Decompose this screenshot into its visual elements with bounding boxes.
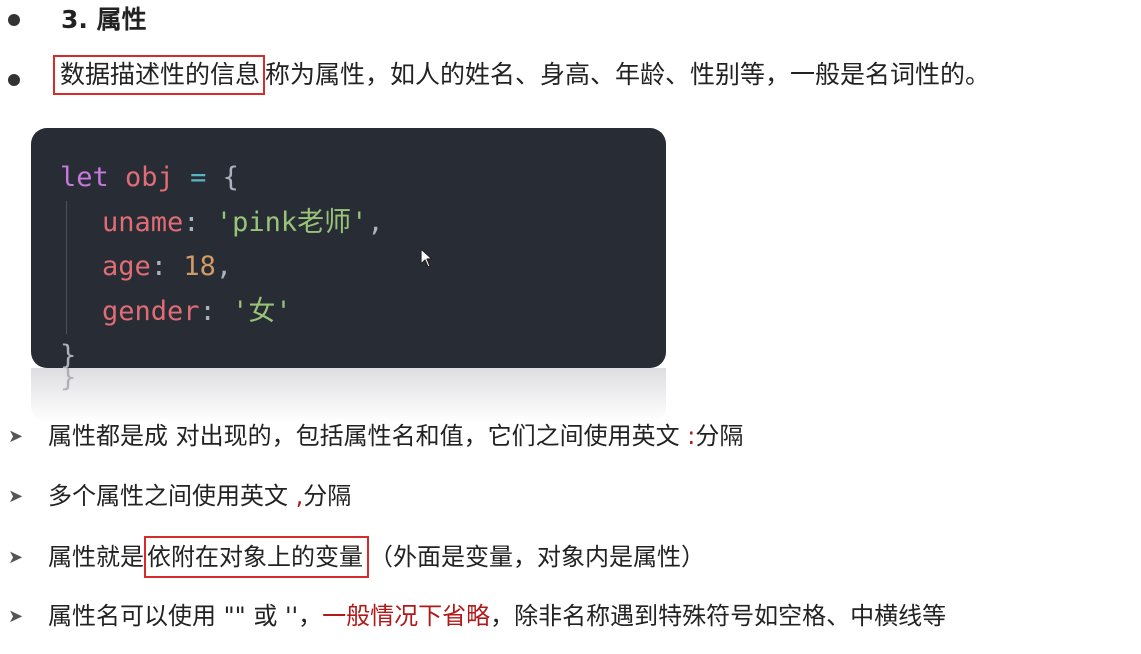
intro-line: 数据描述性的信息 称为属性，如人的姓名、身高、年龄、性别等，一般是名词性的。 bbox=[53, 55, 990, 95]
point-text: 分隔 bbox=[695, 422, 744, 450]
code-keyword: let bbox=[60, 162, 109, 193]
code-line-3: age: 18, bbox=[60, 245, 666, 290]
highlight-box: 数据描述性的信息 bbox=[53, 55, 266, 95]
intro-text: 称为属性，如人的姓名、身高、年龄、性别等，一般是名词性的。 bbox=[265, 60, 991, 89]
indent-guide bbox=[66, 245, 102, 290]
arrowhead-right-icon: ➤ bbox=[8, 606, 24, 627]
bullet-dot-icon bbox=[8, 14, 20, 26]
code-line-1: let obj = { bbox=[60, 156, 666, 201]
point-highlight: 一般情况下省略 bbox=[322, 602, 491, 630]
code-property: gender bbox=[102, 295, 200, 327]
highlight-box: 依附在对象上的变量 bbox=[144, 536, 369, 578]
mouse-pointer-icon bbox=[420, 248, 433, 268]
code-colon: : bbox=[199, 295, 216, 327]
code-property: uname bbox=[102, 206, 184, 238]
code-comma: , bbox=[367, 206, 384, 238]
code-brace: } bbox=[60, 340, 77, 371]
section-heading: 3. 属性 bbox=[61, 5, 147, 34]
code-string: '女' bbox=[232, 295, 292, 327]
code-string: 'pink老师' bbox=[215, 206, 368, 238]
code-colon: : bbox=[150, 251, 168, 282]
point-row-2: ➤ 多个属性之间使用英文 ,分隔 bbox=[8, 478, 351, 515]
point-row-1: ➤ 属性都是成 对出现的，包括属性名和值，它们之间使用英文 :分隔 bbox=[8, 418, 743, 455]
code-variable: obj bbox=[125, 162, 174, 193]
point-text: ，除非名称遇到特殊符号如空格、中横线等 bbox=[490, 602, 947, 630]
indent-guide bbox=[66, 289, 102, 334]
point-text: （外面是变量，对象内是属性） bbox=[369, 543, 705, 571]
arrowhead-right-icon: ➤ bbox=[8, 486, 24, 507]
code-operator: = bbox=[190, 162, 207, 193]
point-text: 属性名可以使用 "" 或 ''， bbox=[48, 602, 323, 630]
code-property: age bbox=[102, 251, 151, 282]
indent-guide bbox=[66, 200, 102, 245]
reflection-brace: } bbox=[60, 368, 77, 393]
bullet-dot-icon bbox=[8, 74, 20, 86]
code-comma: , bbox=[215, 251, 233, 282]
code-colon: : bbox=[183, 206, 200, 238]
code-line-2: uname: 'pink老师', bbox=[60, 200, 666, 245]
code-number: 18 bbox=[183, 251, 216, 282]
code-reflection: } bbox=[31, 368, 666, 422]
point-row-3: ➤ 属性就是 依附在对象上的变量 （外面是变量，对象内是属性） bbox=[8, 536, 705, 578]
arrowhead-right-icon: ➤ bbox=[8, 426, 24, 447]
point-text: 多个属性之间使用英文 bbox=[48, 482, 296, 510]
code-brace: { bbox=[222, 162, 239, 193]
point-text: 属性都是成 对出现的，包括属性名和值，它们之间使用英文 bbox=[48, 422, 688, 450]
point-row-4: ➤ 属性名可以使用 "" 或 ''，一般情况下省略，除非名称遇到特殊符号如空格、中… bbox=[8, 598, 946, 635]
code-block: let obj = { uname: 'pink老师', age: 18, ge… bbox=[31, 128, 666, 371]
point-text: 属性就是 bbox=[48, 543, 144, 571]
arrowhead-right-icon: ➤ bbox=[8, 547, 24, 568]
point-text: 分隔 bbox=[303, 482, 352, 510]
code-line-4: gender: '女' bbox=[60, 289, 666, 334]
